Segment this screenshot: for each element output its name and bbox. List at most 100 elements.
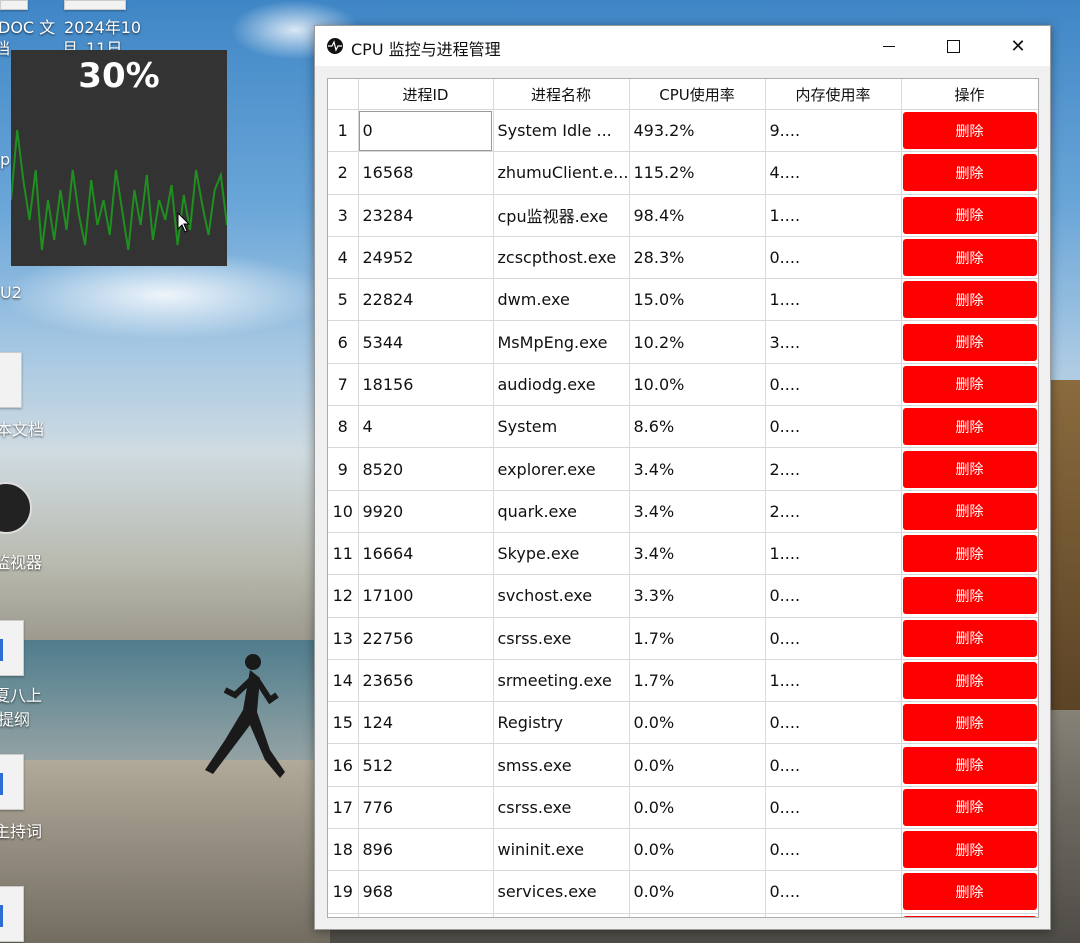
row-number[interactable]: 8 bbox=[328, 405, 359, 449]
row-number[interactable]: 4 bbox=[328, 236, 359, 280]
delete-process-button[interactable]: 删除 bbox=[902, 112, 1037, 150]
memory-usage-cell[interactable]: 3.... bbox=[765, 320, 902, 364]
cpu-usage-cell[interactable]: 0.0% bbox=[629, 870, 766, 914]
process-name-cell[interactable]: zhumuClient.e... bbox=[493, 151, 630, 195]
row-number[interactable]: 5 bbox=[328, 278, 359, 322]
table-row[interactable]: 12 17100 svchost.exe 3.3% 0.... 删除 bbox=[328, 574, 1038, 618]
row-number[interactable]: 1 bbox=[328, 109, 359, 153]
column-header-name[interactable]: 进程名称 bbox=[493, 79, 630, 110]
delete-process-button[interactable]: 删除 bbox=[902, 196, 1037, 234]
desktop-icon-label[interactable]: U2 bbox=[0, 283, 22, 302]
cpu-usage-cell[interactable]: 0.0% bbox=[629, 743, 766, 787]
desktop-doc-icon[interactable] bbox=[0, 0, 28, 10]
process-name-cell[interactable]: System Idle ... bbox=[493, 109, 630, 153]
memory-usage-cell[interactable]: 1.... bbox=[765, 532, 902, 576]
process-id-cell[interactable]: 9920 bbox=[358, 490, 494, 533]
table-row[interactable]: 9 8520 explorer.exe 3.4% 2.... 删除 bbox=[328, 447, 1038, 491]
cpu-usage-cell[interactable]: 3.4% bbox=[629, 532, 766, 576]
delete-process-button[interactable]: 删除 bbox=[902, 788, 1037, 826]
delete-process-button[interactable]: 删除 bbox=[902, 662, 1037, 699]
process-name-cell[interactable]: MsMpEng.exe bbox=[493, 320, 630, 364]
row-number[interactable]: 6 bbox=[328, 320, 359, 364]
process-name-cell[interactable]: audiodg.exe bbox=[493, 363, 630, 407]
process-id-cell[interactable]: 968 bbox=[358, 870, 494, 914]
memory-usage-cell[interactable]: 0.... bbox=[765, 828, 902, 872]
table-row[interactable]: 5 22824 dwm.exe 15.0% 1.... 删除 bbox=[328, 278, 1038, 322]
row-number[interactable]: 13 bbox=[328, 617, 359, 660]
desktop-icon-label[interactable]: 主持词 bbox=[0, 818, 42, 842]
memory-usage-cell[interactable]: 1.... bbox=[765, 278, 902, 322]
table-row[interactable]: 11 16664 Skype.exe 3.4% 1.... 删除 bbox=[328, 532, 1038, 576]
memory-usage-cell[interactable]: 0.... bbox=[765, 617, 902, 660]
row-number[interactable]: 18 bbox=[328, 828, 359, 872]
title-bar[interactable]: CPU 监控与进程管理 ✕ bbox=[315, 26, 1050, 66]
delete-process-button[interactable]: 删除 bbox=[902, 873, 1037, 911]
row-number[interactable]: 9 bbox=[328, 447, 359, 491]
row-number[interactable]: 12 bbox=[328, 574, 359, 618]
process-id-cell[interactable]: 23656 bbox=[358, 659, 494, 703]
desktop-icon-label[interactable]: 档 bbox=[0, 35, 10, 59]
delete-process-button[interactable]: 删除 bbox=[902, 577, 1037, 615]
cpu-monitor-app-icon[interactable] bbox=[0, 482, 32, 534]
process-name-cell[interactable]: srmeeting.exe bbox=[493, 659, 630, 703]
table-row[interactable]: 17 776 csrss.exe 0.0% 0.... 删除 bbox=[328, 786, 1038, 830]
table-row[interactable]: 13 22756 csrss.exe 1.7% 0.... 删除 bbox=[328, 617, 1038, 660]
memory-usage-cell[interactable]: 0.... bbox=[765, 870, 902, 914]
process-name-cell[interactable]: zcscpthost.exe bbox=[493, 236, 630, 280]
cpu-usage-cell[interactable]: 8.6% bbox=[629, 405, 766, 449]
memory-usage-cell[interactable]: 0.... bbox=[765, 363, 902, 407]
table-row[interactable]: 7 18156 audiodg.exe 10.0% 0.... 删除 bbox=[328, 363, 1038, 407]
process-name-cell[interactable]: dwm.exe bbox=[493, 278, 630, 322]
process-id-cell[interactable]: 23284 bbox=[358, 194, 494, 237]
delete-process-button[interactable]: 删除 bbox=[902, 746, 1037, 784]
cpu-usage-cell[interactable]: 10.2% bbox=[629, 320, 766, 364]
process-id-cell[interactable]: 22824 bbox=[358, 278, 494, 322]
column-header-action[interactable]: 操作 bbox=[901, 79, 1038, 110]
memory-usage-cell[interactable]: 2.... bbox=[765, 447, 902, 491]
delete-process-button[interactable]: 删除 bbox=[902, 450, 1037, 488]
cpu-usage-cell[interactable]: 493.2% bbox=[629, 109, 766, 153]
table-row[interactable]: 1 0 System Idle ... 493.2% 9.... 删除 bbox=[328, 109, 1038, 153]
cpu-usage-cell[interactable]: 10.0% bbox=[629, 363, 766, 407]
delete-process-button[interactable]: 删除 bbox=[902, 535, 1037, 573]
memory-usage-cell[interactable]: 0.... bbox=[765, 743, 902, 787]
cpu-usage-cell[interactable]: 1.7% bbox=[629, 617, 766, 660]
minimize-button[interactable] bbox=[866, 26, 912, 66]
process-id-cell[interactable]: 896 bbox=[358, 828, 494, 872]
cpu-usage-cell[interactable]: 115.2% bbox=[629, 151, 766, 195]
process-name-cell[interactable]: cpu监视器.exe bbox=[493, 194, 630, 237]
delete-process-button[interactable]: 删除 bbox=[902, 915, 1037, 917]
row-number[interactable]: 2 bbox=[328, 151, 359, 195]
delete-process-button[interactable]: 删除 bbox=[902, 831, 1037, 869]
memory-usage-cell[interactable]: 9.... bbox=[765, 109, 902, 153]
row-number[interactable]: 15 bbox=[328, 701, 359, 745]
memory-usage-cell[interactable]: 1.... bbox=[765, 194, 902, 237]
process-id-cell[interactable]: 17100 bbox=[358, 574, 494, 618]
table-row[interactable]: 20976lsass.exe0.0%0....删除 bbox=[328, 913, 1038, 917]
delete-process-button[interactable]: 删除 bbox=[902, 154, 1037, 192]
process-table[interactable]: 进程ID 进程名称 CPU使用率 内存使用率 操作 1 0 System Idle … bbox=[327, 78, 1039, 918]
table-row[interactable]: 8 4 System 8.6% 0.... 删除 bbox=[328, 405, 1038, 449]
cpu-usage-cell[interactable]: 98.4% bbox=[629, 194, 766, 237]
close-button[interactable]: ✕ bbox=[995, 26, 1041, 66]
row-number[interactable]: 20 bbox=[328, 913, 359, 917]
table-row[interactable]: 18 896 wininit.exe 0.0% 0.... 删除 bbox=[328, 828, 1038, 872]
row-number[interactable]: 10 bbox=[328, 490, 359, 533]
process-id-cell[interactable]: 18156 bbox=[358, 363, 494, 407]
cpu-usage-cell[interactable]: 15.0% bbox=[629, 278, 766, 322]
delete-process-button[interactable]: 删除 bbox=[902, 281, 1037, 319]
desktop-icon-label[interactable]: 本文档 bbox=[0, 416, 44, 440]
process-id-cell[interactable]: 8520 bbox=[358, 447, 494, 491]
table-corner[interactable] bbox=[328, 79, 359, 110]
process-id-cell[interactable]: 776 bbox=[358, 786, 494, 830]
row-number[interactable]: 16 bbox=[328, 743, 359, 787]
process-name-cell[interactable]: services.exe bbox=[493, 870, 630, 914]
process-id-cell[interactable]: 0 bbox=[358, 109, 494, 153]
cpu-usage-cell[interactable]: 3.4% bbox=[629, 447, 766, 491]
row-number[interactable]: 14 bbox=[328, 659, 359, 703]
row-number[interactable]: 11 bbox=[328, 532, 359, 576]
table-row[interactable]: 6 5344 MsMpEng.exe 10.2% 3.... 删除 bbox=[328, 320, 1038, 364]
process-name-cell[interactable]: explorer.exe bbox=[493, 447, 630, 491]
process-name-cell[interactable]: quark.exe bbox=[493, 490, 630, 533]
process-id-cell[interactable]: 24952 bbox=[358, 236, 494, 280]
